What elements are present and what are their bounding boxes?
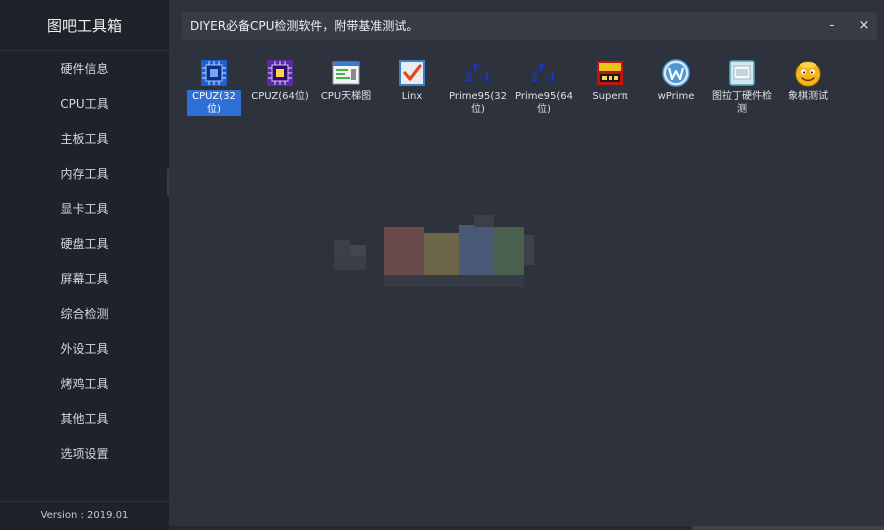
superpi-icon (597, 61, 623, 85)
svg-text:-1: -1 (479, 69, 490, 84)
tool-superpi[interactable]: Superπ (580, 57, 640, 121)
tool-label: CPUZ(32位) (187, 90, 241, 116)
prime95-64-formula-icon: 2 P -1 (531, 63, 556, 85)
sidebar-item-motherboard-tools[interactable]: 主板工具 (0, 122, 169, 157)
tool-grid: CPUZ(32位) CPUZ(64位) CPU天梯图 Linx 2 P -1 P… (184, 57, 874, 127)
tool-prime95-64[interactable]: 2 P -1 Prime95(64位) (514, 57, 574, 121)
sidebar: 图吧工具箱 硬件信息 CPU工具 主板工具 内存工具 显卡工具 硬盘工具 屏幕工… (0, 0, 169, 530)
tool-cpu-ladder[interactable]: CPU天梯图 (316, 57, 376, 121)
tool-label: CPUZ(64位) (251, 91, 309, 102)
description-bar: DIYER必备CPU检测软件，附带基准测试。 - × (182, 12, 877, 40)
tool-wprime[interactable]: wPrime (646, 57, 706, 121)
svg-text:2: 2 (531, 70, 538, 85)
sidebar-item-other-tools[interactable]: 其他工具 (0, 402, 169, 437)
tool-label: 图拉丁硬件检测 (712, 91, 772, 115)
chess-smiley-icon (795, 61, 821, 87)
close-button[interactable]: × (850, 12, 878, 40)
tool-label: Superπ (592, 91, 628, 102)
svg-text:-1: -1 (545, 69, 556, 84)
tool-label: Linx (401, 91, 423, 102)
minimize-button[interactable]: - (818, 12, 846, 40)
sidebar-nav: 硬件信息 CPU工具 主板工具 内存工具 显卡工具 硬盘工具 屏幕工具 综合检测… (0, 51, 169, 472)
sidebar-item-stress-test-tools[interactable]: 烤鸡工具 (0, 367, 169, 402)
tulading-monitor-icon (729, 60, 755, 86)
tool-linx[interactable]: Linx (382, 57, 442, 121)
tool-label: wPrime (657, 91, 695, 102)
tool-label: Prime95(32位) (449, 91, 507, 115)
tool-label: 象棋测试 (788, 91, 828, 102)
sidebar-item-screen-tools[interactable]: 屏幕工具 (0, 262, 169, 297)
bottom-edge-highlight (692, 526, 884, 530)
app-window: 图吧工具箱 硬件信息 CPU工具 主板工具 内存工具 显卡工具 硬盘工具 屏幕工… (0, 0, 884, 530)
main-panel: DIYER必备CPU检测软件，附带基准测试。 - × CPUZ(32位) CPU… (169, 0, 884, 530)
wprime-icon (662, 59, 690, 87)
sidebar-item-peripheral-tools[interactable]: 外设工具 (0, 332, 169, 367)
sidebar-item-disk-tools[interactable]: 硬盘工具 (0, 227, 169, 262)
tool-label: CPU天梯图 (320, 91, 372, 102)
app-title: 图吧工具箱 (0, 0, 169, 51)
blurred-logo-watermark (324, 215, 564, 300)
linx-checkmark-icon (399, 60, 425, 86)
sidebar-item-gpu-tools[interactable]: 显卡工具 (0, 192, 169, 227)
tool-cpuz-64[interactable]: CPUZ(64位) (250, 57, 310, 121)
description-text: DIYER必备CPU检测软件，附带基准测试。 (190, 19, 419, 33)
cpuz64-chip-icon (267, 60, 293, 86)
tool-chess-test[interactable]: 象棋测试 (778, 57, 838, 121)
prime95-formula-icon: 2 P -1 (465, 63, 490, 85)
sidebar-item-settings[interactable]: 选项设置 (0, 437, 169, 472)
cpu-ladder-chart-icon (332, 61, 360, 85)
svg-text:2: 2 (465, 70, 472, 85)
cpuz-chip-icon (201, 60, 227, 86)
sidebar-item-hardware-info[interactable]: 硬件信息 (0, 52, 169, 87)
tool-label: Prime95(64位) (515, 91, 573, 115)
tool-tulading[interactable]: 图拉丁硬件检测 (712, 57, 772, 121)
sidebar-item-cpu-tools[interactable]: CPU工具 (0, 87, 169, 122)
sidebar-item-memory-tools[interactable]: 内存工具 (0, 157, 169, 192)
version-label: Version : 2019.01 (0, 501, 169, 530)
sidebar-item-comprehensive-test[interactable]: 综合检测 (0, 297, 169, 332)
tool-cpuz-32[interactable]: CPUZ(32位) (184, 57, 244, 121)
tool-prime95-32[interactable]: 2 P -1 Prime95(32位) (448, 57, 508, 121)
